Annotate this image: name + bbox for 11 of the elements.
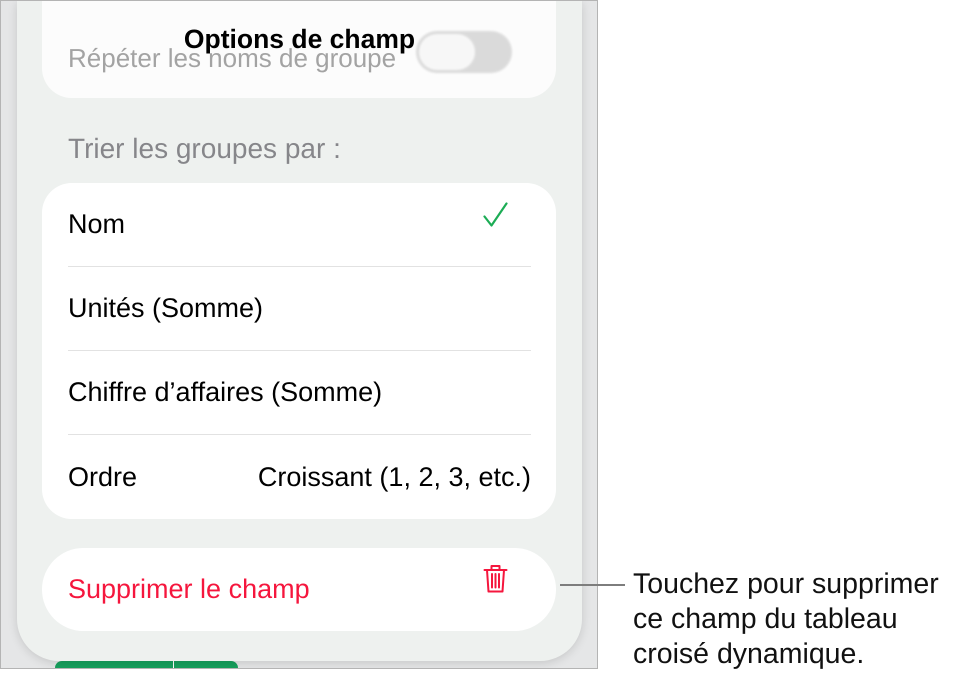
toggle-switch[interactable]: [416, 30, 512, 72]
order-value[interactable]: Croissant (1, 2, 3, etc.): [258, 462, 531, 492]
callout-text: Touchez pour supprimer ce champ du tableau croisé dynamique.: [633, 567, 940, 672]
sort-option[interactable]: Unités (Somme): [68, 267, 531, 351]
trash-icon: [483, 564, 508, 593]
sort-option[interactable]: Nom: [68, 183, 531, 267]
sort-option[interactable]: Chiffre d’affaires (Somme): [68, 351, 531, 435]
order-label: Ordre: [68, 462, 138, 492]
delete-field-button[interactable]: Supprimer le champ: [42, 548, 556, 631]
section-header: Trier les groupes par :: [68, 135, 341, 163]
leader-line: [560, 584, 625, 586]
